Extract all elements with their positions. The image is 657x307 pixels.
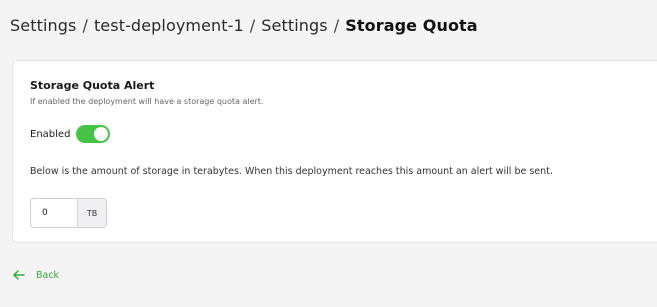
back-link[interactable]: Back: [12, 268, 59, 282]
enabled-label: Enabled: [30, 128, 71, 140]
storage-quota-field: 0 TB: [30, 198, 107, 228]
card-title: Storage Quota Alert: [30, 79, 155, 92]
enabled-toggle-row: Enabled: [30, 125, 111, 143]
back-label: Back: [36, 269, 60, 281]
quota-description: Below is the amount of storage in teraby…: [30, 166, 553, 177]
storage-quota-input[interactable]: 0: [31, 199, 77, 227]
card-subtitle: If enabled the deployment will have a st…: [30, 97, 264, 106]
arrow-left-icon: [13, 270, 25, 280]
breadcrumb-separator: /: [333, 16, 340, 35]
breadcrumb-separator: /: [249, 16, 256, 35]
storage-quota-card: Storage Quota Alert If enabled the deplo…: [12, 60, 657, 243]
breadcrumb-item-deployment[interactable]: test-deployment-1: [94, 16, 244, 35]
toggle-knob: [94, 127, 109, 141]
breadcrumb-separator: /: [82, 16, 88, 35]
page-title: Storage Quota: [345, 16, 478, 35]
breadcrumb-item-settings[interactable]: Settings: [10, 16, 76, 35]
enabled-toggle[interactable]: [76, 125, 111, 143]
unit-label: TB: [77, 199, 106, 227]
breadcrumb: Settings / test-deployment-1 / Settings / Stor…: [10, 16, 478, 35]
breadcrumb-item-settings-2[interactable]: Settings: [261, 16, 327, 35]
